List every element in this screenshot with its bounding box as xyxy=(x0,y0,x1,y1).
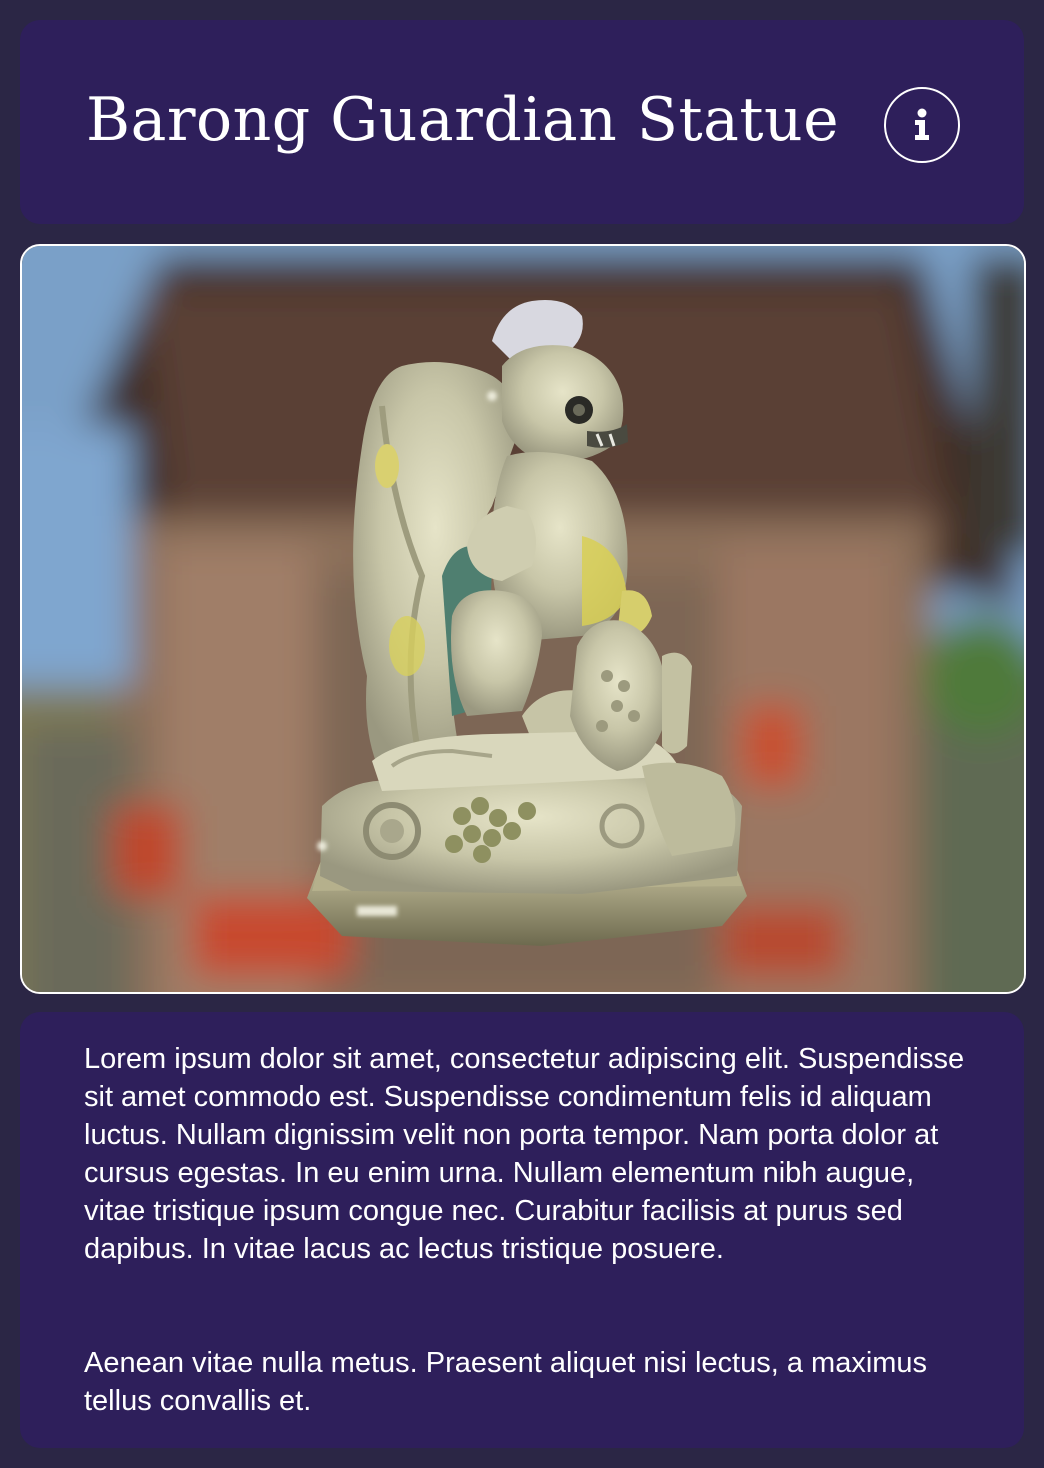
description-card: Lorem ipsum dolor sit amet, consectetur … xyxy=(20,1012,1024,1448)
header-card: Barong Guardian Statue xyxy=(20,20,1024,224)
model-viewer[interactable] xyxy=(20,244,1026,994)
description-paragraph-2: Aenean vitae nulla metus. Praesent aliqu… xyxy=(84,1347,928,1417)
info-button[interactable] xyxy=(884,87,960,163)
page-title: Barong Guardian Statue xyxy=(86,85,840,155)
description-paragraph-1: Lorem ipsum dolor sit amet, consectetur … xyxy=(84,1043,965,1265)
info-icon xyxy=(915,108,929,140)
statue-scene xyxy=(22,246,1024,992)
